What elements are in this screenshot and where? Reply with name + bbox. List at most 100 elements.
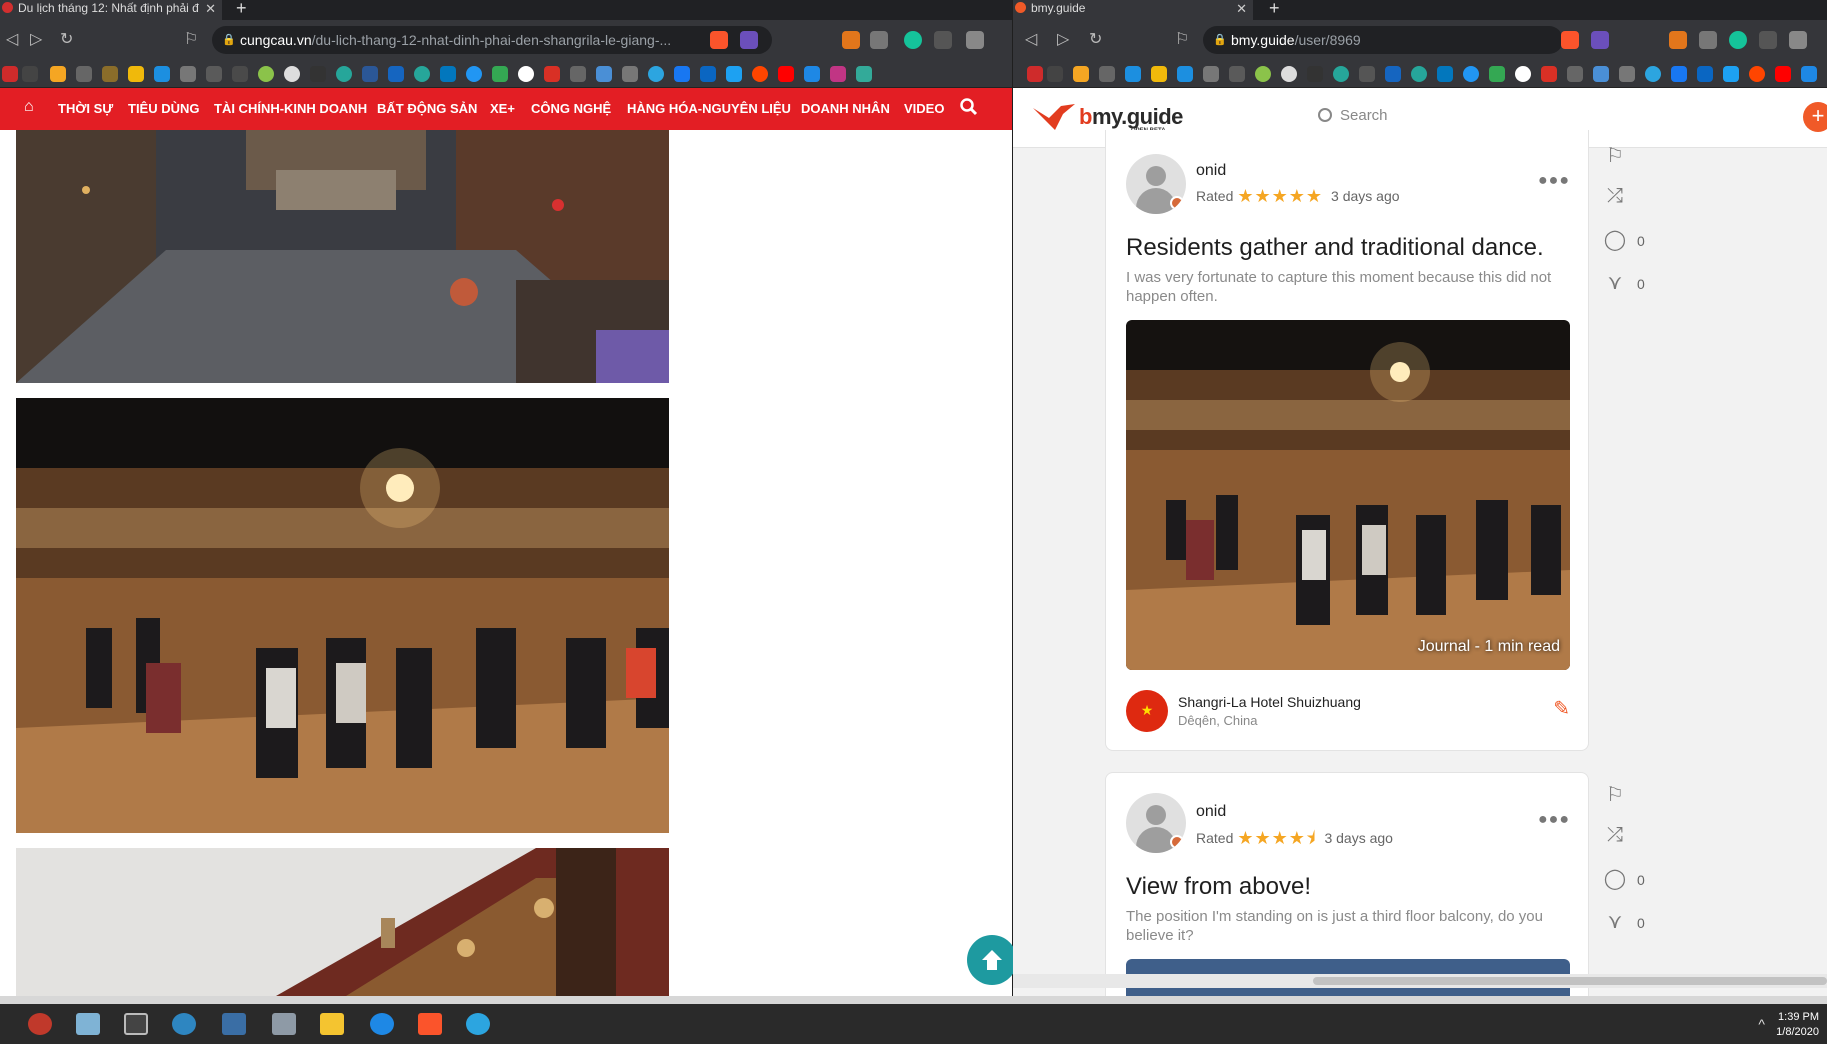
brave-shield-icon[interactable] (1561, 31, 1579, 49)
tab-cungcau[interactable]: Du lịch tháng 12: Nhất định phải đ ✕ (0, 0, 222, 20)
comment-action[interactable]: ◯ 0 (1603, 866, 1663, 891)
bookmark-icon[interactable] (1593, 66, 1609, 82)
brave-rewards-icon[interactable] (1591, 31, 1609, 49)
save-action[interactable]: ⚐ (1603, 782, 1663, 807)
reddit-bookmark-icon[interactable] (1749, 66, 1765, 82)
bookmark-icon[interactable] (856, 66, 872, 82)
bookmark-icon[interactable] (1359, 66, 1375, 82)
brave-shield-icon[interactable] (710, 31, 728, 49)
bookmark-icon[interactable] (1333, 66, 1349, 82)
nav-item[interactable]: XE+ (490, 101, 515, 116)
bookmark-icon[interactable] (596, 66, 612, 82)
username[interactable]: onid (1196, 162, 1226, 180)
bookmark-icon[interactable] (1255, 66, 1271, 82)
bookmark-icon[interactable] (1177, 66, 1193, 82)
translate-extension-icon[interactable] (1789, 31, 1807, 49)
avatar[interactable] (1126, 154, 1186, 214)
place-name[interactable]: Shangri-La Hotel Shuizhuang (1178, 694, 1361, 710)
search-icon[interactable] (960, 96, 978, 121)
bookmark-icon[interactable] (1307, 66, 1323, 82)
extension-icon[interactable] (1759, 31, 1777, 49)
reload-icon[interactable]: ↻ (60, 29, 73, 49)
bmy-bird-logo-icon[interactable] (1031, 102, 1077, 132)
nav-item[interactable]: TÀI CHÍNH-KINH DOANH (214, 101, 367, 116)
forward-icon[interactable]: ▷ (30, 29, 42, 49)
app-icon[interactable] (370, 1013, 394, 1035)
avatar[interactable] (1126, 793, 1186, 853)
linkedin-bookmark-icon[interactable] (1697, 66, 1713, 82)
bookmark-icon[interactable] (232, 66, 248, 82)
google-drive-bookmark-icon[interactable] (492, 66, 508, 82)
nav-item[interactable]: HÀNG HÓA-NGUYÊN LIỆU (627, 101, 791, 116)
telegram-bookmark-icon[interactable] (1645, 66, 1661, 82)
notes-icon[interactable] (76, 1013, 100, 1035)
new-tab-icon[interactable]: + (1269, 0, 1280, 19)
bookmark-icon[interactable] (1203, 66, 1219, 82)
close-tab-icon[interactable]: ✕ (205, 1, 216, 17)
tray-expand-icon[interactable]: ^ (1758, 1016, 1765, 1032)
gmail-bookmark-icon[interactable] (544, 66, 560, 82)
bookmark-icon[interactable] (1073, 66, 1089, 82)
share-action[interactable]: ⤮ (1603, 824, 1663, 847)
translate-extension-icon[interactable] (966, 31, 984, 49)
bookmark-icon[interactable] (1801, 66, 1817, 82)
wikipedia-bookmark-icon[interactable] (22, 66, 38, 82)
bookmark-icon[interactable] (466, 66, 482, 82)
youtube-bookmark-icon[interactable] (778, 66, 794, 82)
telegram-icon[interactable] (466, 1013, 490, 1035)
bookmark-icon[interactable] (388, 66, 404, 82)
scrollbar-thumb[interactable] (1313, 977, 1827, 985)
bookmark-icon[interactable] (804, 66, 820, 82)
like-action[interactable]: ⋎ 0 (1603, 270, 1663, 295)
grammarly-icon[interactable] (1729, 31, 1747, 49)
bookmark-icon[interactable] (180, 66, 196, 82)
bookmark-icon[interactable] (414, 66, 430, 82)
extension-icon[interactable] (934, 31, 952, 49)
reddit-bookmark-icon[interactable] (752, 66, 768, 82)
bookmark-icon[interactable] (1463, 66, 1479, 82)
twitter-bookmark-icon[interactable] (1723, 66, 1739, 82)
username[interactable]: onid (1196, 803, 1226, 821)
file-explorer-icon[interactable] (320, 1013, 344, 1035)
binance-bookmark-icon[interactable] (128, 66, 144, 82)
gmail-bookmark-icon[interactable] (1541, 66, 1557, 82)
bookmark-icon[interactable] (1099, 66, 1115, 82)
linkedin-bookmark-icon[interactable] (700, 66, 716, 82)
bookmark-icon[interactable]: ⚐ (184, 29, 198, 49)
bookmark-icon[interactable] (76, 66, 92, 82)
new-tab-icon[interactable]: + (236, 0, 247, 19)
metamask-icon[interactable] (1669, 31, 1687, 49)
tab-bmy-guide[interactable]: bmy.guide ✕ (1013, 0, 1253, 20)
comment-action[interactable]: ◯ 0 (1603, 227, 1663, 252)
google-bookmark-icon[interactable] (1515, 66, 1531, 82)
search-input[interactable]: Search (1318, 107, 1388, 124)
like-action[interactable]: ⋎ 0 (1603, 909, 1663, 934)
nav-item[interactable]: CÔNG NGHỆ (531, 101, 611, 116)
journal-edit-icon[interactable]: ✎ (1553, 696, 1570, 721)
forward-icon[interactable]: ▷ (1057, 29, 1069, 49)
app-icon[interactable] (172, 1013, 196, 1035)
cc-extension-icon[interactable] (870, 31, 888, 49)
back-icon[interactable]: ◁ (6, 29, 18, 49)
facebook-bookmark-icon[interactable] (1671, 66, 1687, 82)
nav-item[interactable]: THỜI SỰ (58, 101, 113, 116)
google-bookmark-icon[interactable] (518, 66, 534, 82)
bookmark-icon[interactable]: ⚐ (1175, 29, 1189, 49)
bookmark-icon[interactable] (50, 66, 66, 82)
share-action[interactable]: ⤮ (1603, 185, 1663, 208)
bookmark-icon[interactable] (310, 66, 326, 82)
address-bar[interactable]: 🔒 bmy.guide/user/8969 (1203, 26, 1563, 54)
settings-icon[interactable] (272, 1013, 296, 1035)
bookmark-icon[interactable] (362, 66, 378, 82)
scroll-to-top-button[interactable] (967, 935, 1017, 985)
bookmark-icon[interactable] (1229, 66, 1245, 82)
nav-item[interactable]: BẤT ĐỘNG SẢN (377, 101, 477, 116)
brave-browser-icon[interactable] (418, 1013, 442, 1035)
youtube-bookmark-icon[interactable] (1775, 66, 1791, 82)
bookmark-icon[interactable] (1437, 66, 1453, 82)
more-options-icon[interactable]: ●●● (1538, 172, 1570, 190)
facebook-bookmark-icon[interactable] (674, 66, 690, 82)
address-bar[interactable]: 🔒 cungcau.vn/du-lich-thang-12-nhat-dinh-… (212, 26, 772, 54)
wikipedia-bookmark-icon[interactable] (1047, 66, 1063, 82)
home-icon[interactable]: ⌂ (24, 98, 34, 116)
